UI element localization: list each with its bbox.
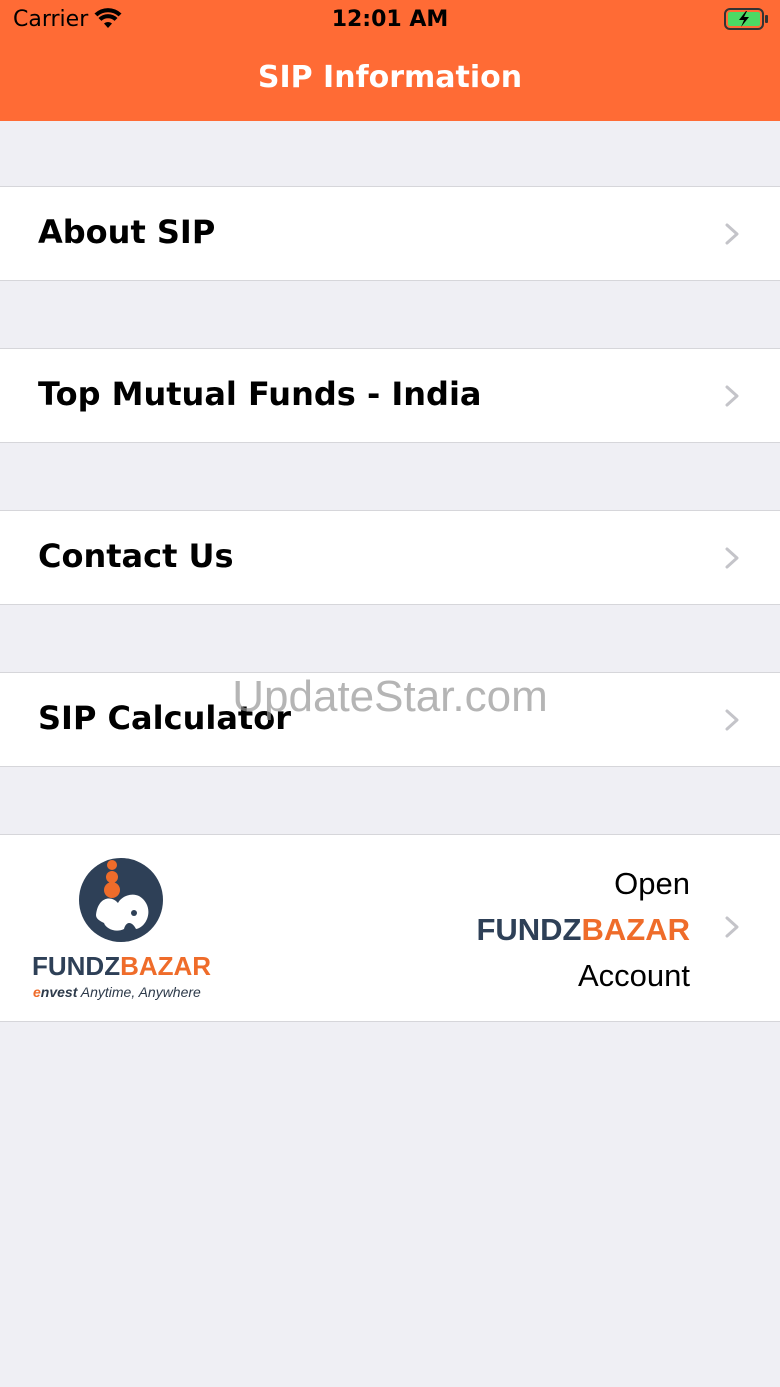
status-bar: Carrier 12:01 AM [0, 0, 780, 40]
chevron-right-icon [725, 385, 739, 407]
menu-item-sip-calculator[interactable]: SIP Calculator [0, 672, 780, 767]
promo-line-open: Open [614, 866, 690, 901]
menu-item-label: Top Mutual Funds - India [38, 375, 482, 413]
fundzbazar-logo-wordmark: FUNDZBAZAR [32, 951, 212, 981]
chevron-right-icon [725, 709, 739, 731]
battery-icon [724, 8, 768, 30]
fundzbazar-logo-icon [79, 858, 163, 942]
menu-item-label: SIP Calculator [38, 699, 291, 737]
open-fundzbazar-account-cell[interactable]: FUNDZBAZAR envest Anytime, Anywhere Open… [0, 834, 780, 1022]
clock: 12:01 AM [331, 7, 449, 32]
page-title: SIP Information [257, 60, 523, 95]
fundzbazar-tagline: envest Anytime, Anywhere [33, 984, 201, 1000]
menu-item-contact-us[interactable]: Contact Us [0, 510, 780, 605]
navigation-bar: Carrier 12:01 AM SIP Information [0, 0, 780, 121]
promo-line-account: Account [577, 958, 690, 993]
menu-item-label: Contact Us [38, 537, 234, 575]
promo-brand: FUNDZBAZAR [476, 912, 690, 947]
chevron-right-icon [725, 223, 739, 245]
menu-item-top-mutual-funds[interactable]: Top Mutual Funds - India [0, 348, 780, 443]
chevron-right-icon [725, 916, 739, 938]
menu-item-label: About SIP [38, 213, 216, 251]
menu-item-about-sip[interactable]: About SIP [0, 186, 780, 281]
promo-text: Open FUNDZBAZAR Account [476, 861, 690, 999]
chevron-right-icon [725, 547, 739, 569]
